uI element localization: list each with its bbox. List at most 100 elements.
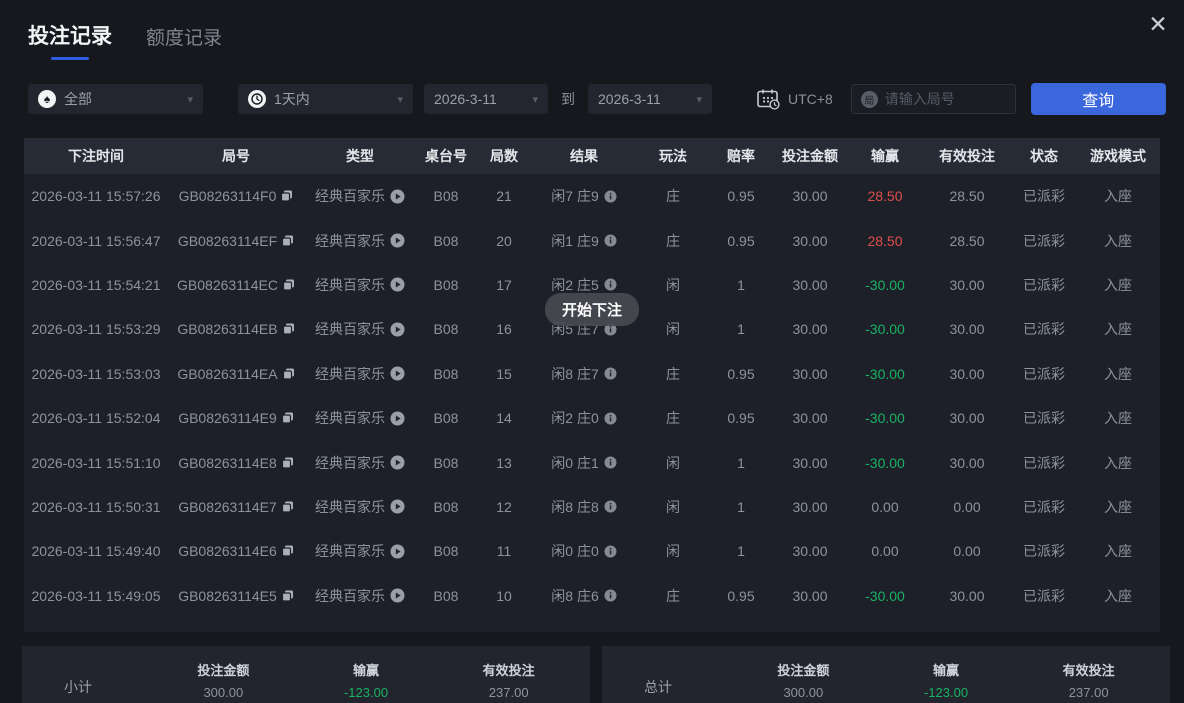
table-row[interactable]: 2026-03-11 15:52:04GB08263114E9经典百家乐B081… bbox=[24, 396, 1160, 440]
cell-valid: 0.00 bbox=[922, 543, 1012, 559]
cell-status: 已派彩 bbox=[1012, 453, 1076, 473]
total-valid-bet-value: 237.00 bbox=[1017, 685, 1160, 700]
winloss-text: -30.00 bbox=[865, 277, 905, 293]
table-row[interactable]: 2026-03-11 15:51:10GB08263114E8经典百家乐B081… bbox=[24, 440, 1160, 484]
odds-text: 0.95 bbox=[727, 366, 754, 382]
time-range-select[interactable]: 1天内 ▾ bbox=[238, 84, 413, 114]
table-row[interactable]: 2026-03-11 15:49:05GB08263114E5经典百家乐B081… bbox=[24, 574, 1160, 618]
cell-round: 16 bbox=[476, 321, 532, 337]
cell-result: 闲2 庄5 bbox=[532, 275, 636, 295]
cell-game_id: GB08263114EC bbox=[168, 277, 304, 293]
table-row[interactable]: 2026-03-11 15:53:03GB08263114EA经典百家乐B081… bbox=[24, 352, 1160, 396]
query-button[interactable]: 查询 bbox=[1031, 83, 1166, 115]
round-search-input[interactable] bbox=[885, 91, 1006, 107]
tab-quota-records[interactable]: 额度记录 bbox=[146, 23, 222, 60]
cell-play: 庄 bbox=[636, 364, 710, 384]
round-text: 17 bbox=[496, 277, 512, 293]
play-icon[interactable] bbox=[390, 189, 405, 204]
play-icon[interactable] bbox=[390, 366, 405, 381]
info-icon[interactable] bbox=[604, 456, 617, 469]
table-header-row: 下注时间局号类型桌台号局数结果玩法赔率投注金额输赢有效投注状态游戏模式 bbox=[24, 138, 1160, 174]
time-text: 2026-03-11 15:56:47 bbox=[32, 233, 161, 249]
cell-odds: 0.95 bbox=[710, 188, 772, 204]
winloss-text: -30.00 bbox=[865, 588, 905, 604]
subtotal-title: 小计 bbox=[64, 677, 152, 697]
copy-icon[interactable] bbox=[282, 457, 294, 469]
amount-text: 30.00 bbox=[792, 233, 827, 249]
play-icon[interactable] bbox=[390, 411, 405, 426]
date-to-select[interactable]: 2026-3-11 ▾ bbox=[588, 84, 712, 114]
time-text: 2026-03-11 15:50:31 bbox=[32, 499, 161, 515]
cell-valid: 30.00 bbox=[922, 366, 1012, 382]
copy-icon[interactable] bbox=[282, 412, 294, 424]
table-row[interactable]: 2026-03-11 15:50:31GB08263114E7经典百家乐B081… bbox=[24, 485, 1160, 529]
copy-icon[interactable] bbox=[283, 279, 295, 291]
table_no-text: B08 bbox=[434, 366, 459, 382]
round-search-box[interactable]: 局 bbox=[851, 84, 1016, 114]
column-header: 状态 bbox=[1012, 146, 1076, 166]
play-icon[interactable] bbox=[390, 322, 405, 337]
tab-bet-records-label: 投注记录 bbox=[28, 25, 112, 48]
table-row[interactable]: 2026-03-11 15:49:40GB08263114E6经典百家乐B081… bbox=[24, 529, 1160, 573]
cell-type: 经典百家乐 bbox=[304, 275, 416, 295]
copy-icon[interactable] bbox=[282, 545, 294, 557]
cell-play: 闲 bbox=[636, 275, 710, 295]
status-text: 已派彩 bbox=[1023, 497, 1065, 517]
total-valid-bet: 有效投注 237.00 bbox=[1017, 655, 1160, 703]
cell-mode: 入座 bbox=[1076, 453, 1160, 473]
tab-bet-records[interactable]: 投注记录 bbox=[28, 20, 112, 60]
cell-status: 已派彩 bbox=[1012, 231, 1076, 251]
cell-play: 庄 bbox=[636, 408, 710, 428]
result-text: 闲0 庄0 bbox=[551, 541, 598, 561]
amount-text: 30.00 bbox=[792, 588, 827, 604]
copy-icon[interactable] bbox=[282, 235, 294, 247]
copy-icon[interactable] bbox=[282, 590, 294, 602]
table-row[interactable]: 2026-03-11 15:57:26GB08263114F0经典百家乐B082… bbox=[24, 174, 1160, 218]
play-icon[interactable] bbox=[390, 499, 405, 514]
cell-time: 2026-03-11 15:54:21 bbox=[24, 277, 168, 293]
close-icon[interactable]: ✕ bbox=[1142, 8, 1174, 40]
info-icon[interactable] bbox=[604, 234, 617, 247]
date-from-select[interactable]: 2026-3-11 ▾ bbox=[424, 84, 548, 114]
chevron-down-icon: ▾ bbox=[696, 93, 702, 106]
cell-type: 经典百家乐 bbox=[304, 186, 416, 206]
column-header: 投注金额 bbox=[772, 146, 848, 166]
type-text: 经典百家乐 bbox=[315, 586, 385, 606]
odds-text: 0.95 bbox=[727, 233, 754, 249]
play-text: 庄 bbox=[666, 364, 680, 384]
time-text: 2026-03-11 15:49:40 bbox=[32, 543, 161, 559]
odds-text: 1 bbox=[737, 321, 745, 337]
info-icon[interactable] bbox=[604, 278, 617, 291]
valid-text: 30.00 bbox=[949, 321, 984, 337]
status-text: 已派彩 bbox=[1023, 231, 1065, 251]
game_id-text: GB08263114E6 bbox=[178, 543, 277, 559]
mode-text: 入座 bbox=[1104, 541, 1132, 561]
cell-amount: 30.00 bbox=[772, 366, 848, 382]
copy-icon[interactable] bbox=[281, 190, 293, 202]
info-icon[interactable] bbox=[604, 367, 617, 380]
copy-icon[interactable] bbox=[283, 368, 295, 380]
info-icon[interactable] bbox=[604, 500, 617, 513]
cell-winloss: -30.00 bbox=[848, 366, 922, 382]
cell-type: 经典百家乐 bbox=[304, 541, 416, 561]
play-icon[interactable] bbox=[390, 544, 405, 559]
info-icon[interactable] bbox=[604, 190, 617, 203]
copy-icon[interactable] bbox=[283, 323, 295, 335]
play-icon[interactable] bbox=[390, 277, 405, 292]
game-type-select[interactable]: ♠ 全部 ▾ bbox=[28, 84, 203, 114]
copy-icon[interactable] bbox=[282, 501, 294, 513]
info-icon[interactable] bbox=[604, 412, 617, 425]
play-icon[interactable] bbox=[390, 233, 405, 248]
cell-mode: 入座 bbox=[1076, 497, 1160, 517]
info-icon[interactable] bbox=[604, 589, 617, 602]
cell-table_no: B08 bbox=[416, 366, 476, 382]
table-row[interactable]: 2026-03-11 15:56:47GB08263114EF经典百家乐B082… bbox=[24, 218, 1160, 262]
table_no-text: B08 bbox=[434, 188, 459, 204]
total-winloss-label: 输赢 bbox=[875, 660, 1018, 679]
info-icon[interactable] bbox=[604, 545, 617, 558]
status-text: 已派彩 bbox=[1023, 586, 1065, 606]
cell-status: 已派彩 bbox=[1012, 408, 1076, 428]
play-icon[interactable] bbox=[390, 588, 405, 603]
game_id-text: GB08263114E8 bbox=[178, 455, 277, 471]
play-icon[interactable] bbox=[390, 455, 405, 470]
